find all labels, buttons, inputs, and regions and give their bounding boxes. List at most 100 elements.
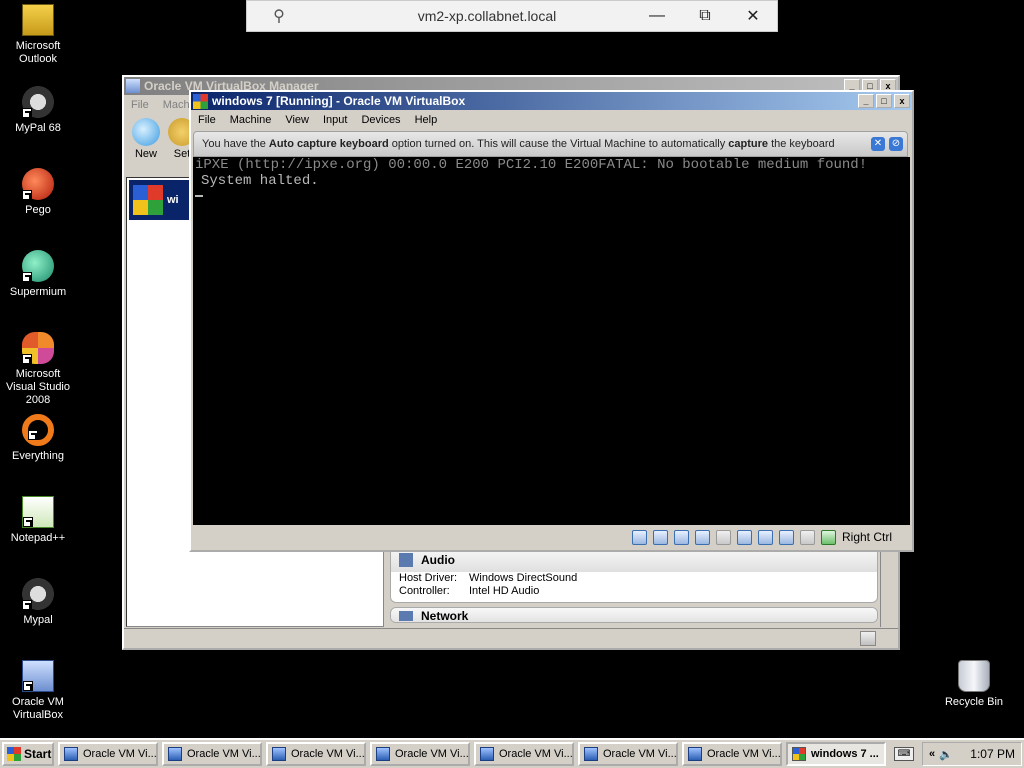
notice-mute-icon[interactable]: ⊘ [889,137,903,151]
audio-icon [399,553,413,567]
console-line-2: System halted. [201,173,319,189]
keyboard-icon[interactable]: ⌨ [894,747,914,761]
desktop-icon-supermium[interactable]: Supermium [0,250,76,299]
vm-menu-file[interactable]: File [191,114,223,126]
vm-menu-input[interactable]: Input [316,114,354,126]
start-button[interactable]: Start [2,742,54,766]
supermium-icon [22,250,54,282]
vm-titlebar[interactable]: windows 7 [Running] - Oracle VM VirtualB… [191,92,912,110]
virtualbox-icon [584,747,598,761]
windows-flag-icon [7,747,21,761]
console-cursor [195,195,203,197]
taskbar: Start Oracle VM Vi... Oracle VM Vi... Or… [0,738,1024,768]
desktop-icon-everything[interactable]: Everything [0,414,76,463]
manager-menu-file[interactable]: File [124,99,156,111]
virtualbox-icon [688,747,702,761]
virtualbox-icon [376,747,390,761]
vm-menu-view[interactable]: View [278,114,316,126]
taskbar-item[interactable]: Oracle VM Vi... [162,742,262,766]
rdp-close-button[interactable]: ✕ [729,6,777,26]
virtualization-icon[interactable] [778,529,794,545]
manager-statusbar [124,628,898,648]
host-key-label: Right Ctrl [841,530,892,544]
notice-text: You have the Auto capture keyboard optio… [202,138,835,150]
virtualbox-icon [126,79,140,93]
pin-icon[interactable]: ⚲ [247,6,311,26]
vm-statusbar: Right Ctrl [191,525,912,549]
system-tray: « 🔈 1:07 PM [922,742,1022,766]
windows7-icon [133,185,163,215]
audio-controller-row: Controller: Intel HD Audio [399,585,540,597]
virtualbox-icon [64,747,78,761]
everything-icon [22,414,54,446]
audio-host-driver-row: Host Driver: Windows DirectSound [399,572,578,584]
vm-window: windows 7 [Running] - Oracle VM VirtualB… [189,90,914,552]
shared-folders-icon[interactable] [715,529,731,545]
vm-menu-help[interactable]: Help [408,114,445,126]
video-capture-icon[interactable] [757,529,773,545]
optical-drive-icon[interactable] [652,529,668,545]
taskbar-item[interactable]: Oracle VM Vi... [474,742,574,766]
virtualbox-icon [22,660,54,692]
details-scrollbar[interactable] [880,545,896,627]
taskbar-item[interactable]: Oracle VM Vi... [266,742,366,766]
taskbar-item[interactable]: Oracle VM Vi... [578,742,678,766]
desktop-icon-virtualbox[interactable]: Oracle VM VirtualBox [0,660,76,722]
windows7-icon [193,93,208,109]
mypal-icon [22,578,54,610]
virtualbox-icon [480,747,494,761]
taskbar-item[interactable]: Oracle VM Vi... [58,742,158,766]
desktop-icon-outlook[interactable]: Microsoft Outlook [0,4,76,66]
clock[interactable]: 1:07 PM [970,747,1015,761]
recycle-bin-icon [958,660,990,692]
desktop-icon-mypal[interactable]: Mypal [0,578,76,627]
vm-menu-devices[interactable]: Devices [354,114,407,126]
display-icon[interactable] [736,529,752,545]
tray-expand-button[interactable]: « [929,748,935,760]
notification-icon[interactable] [860,631,876,646]
desktop-icon-visual-studio[interactable]: Microsoft Visual Studio 2008 [0,332,76,407]
network-section: Network [390,607,878,623]
vm-title: windows 7 [Running] - Oracle VM VirtualB… [212,94,466,108]
windows7-icon [792,747,806,761]
audio-section: Audio Host Driver: Windows DirectSound C… [390,547,878,603]
visual-studio-icon [22,332,54,364]
virtualbox-icon [272,747,286,761]
auto-capture-notice: You have the Auto capture keyboard optio… [193,131,908,157]
notice-close-icon[interactable]: ✕ [871,137,885,151]
network-section-header[interactable]: Network [391,608,877,622]
pego-icon [22,168,54,200]
network-adapter-icon[interactable] [673,529,689,545]
usb-icon[interactable] [694,529,710,545]
volume-icon[interactable]: 🔈 [939,748,953,761]
vm-minimize-button[interactable]: _ [858,94,874,108]
mypal-icon [22,86,54,118]
vm-console-screen[interactable]: iPXE (http://ipxe.org) 00:00.0 E200 PCI2… [193,157,910,525]
taskbar-item[interactable]: Oracle VM Vi... [682,742,782,766]
desktop-icon-notepad-plus-plus[interactable]: Notepad++ [0,496,76,545]
desktop-icon-recycle-bin[interactable]: Recycle Bin [936,660,1012,709]
new-icon [132,118,160,146]
rdp-restore-button[interactable]: ⧉ [681,7,729,25]
rdp-title: vm2-xp.collabnet.local [417,8,557,24]
network-icon [399,611,413,621]
rdp-connection-bar: ⚲ vm2-xp.collabnet.local — ⧉ ✕ [246,0,778,32]
console-line-1: iPXE (http://ipxe.org) 00:00.0 E200 PCI2… [195,157,868,173]
vm-menu-machine[interactable]: Machine [223,114,279,126]
outlook-icon [22,4,54,36]
new-vm-button[interactable]: New [128,116,164,162]
taskbar-item-active[interactable]: windows 7 ... [786,742,886,766]
mouse-integration-icon[interactable] [799,529,815,545]
keyboard-capture-icon[interactable] [820,529,836,545]
vm-details-pane: Audio Host Driver: Windows DirectSound C… [390,547,882,627]
hard-disk-icon[interactable] [631,529,647,545]
desktop-icon-mypal68[interactable]: MyPal 68 [0,86,76,135]
vm-menubar: File Machine View Input Devices Help [191,110,912,129]
virtualbox-icon [168,747,182,761]
notepad-plus-plus-icon [22,496,54,528]
vm-close-button[interactable]: x [894,94,910,108]
rdp-minimize-button[interactable]: — [633,7,681,25]
vm-maximize-button[interactable]: □ [876,94,892,108]
taskbar-item[interactable]: Oracle VM Vi... [370,742,470,766]
desktop-icon-pego[interactable]: Pego [0,168,76,217]
